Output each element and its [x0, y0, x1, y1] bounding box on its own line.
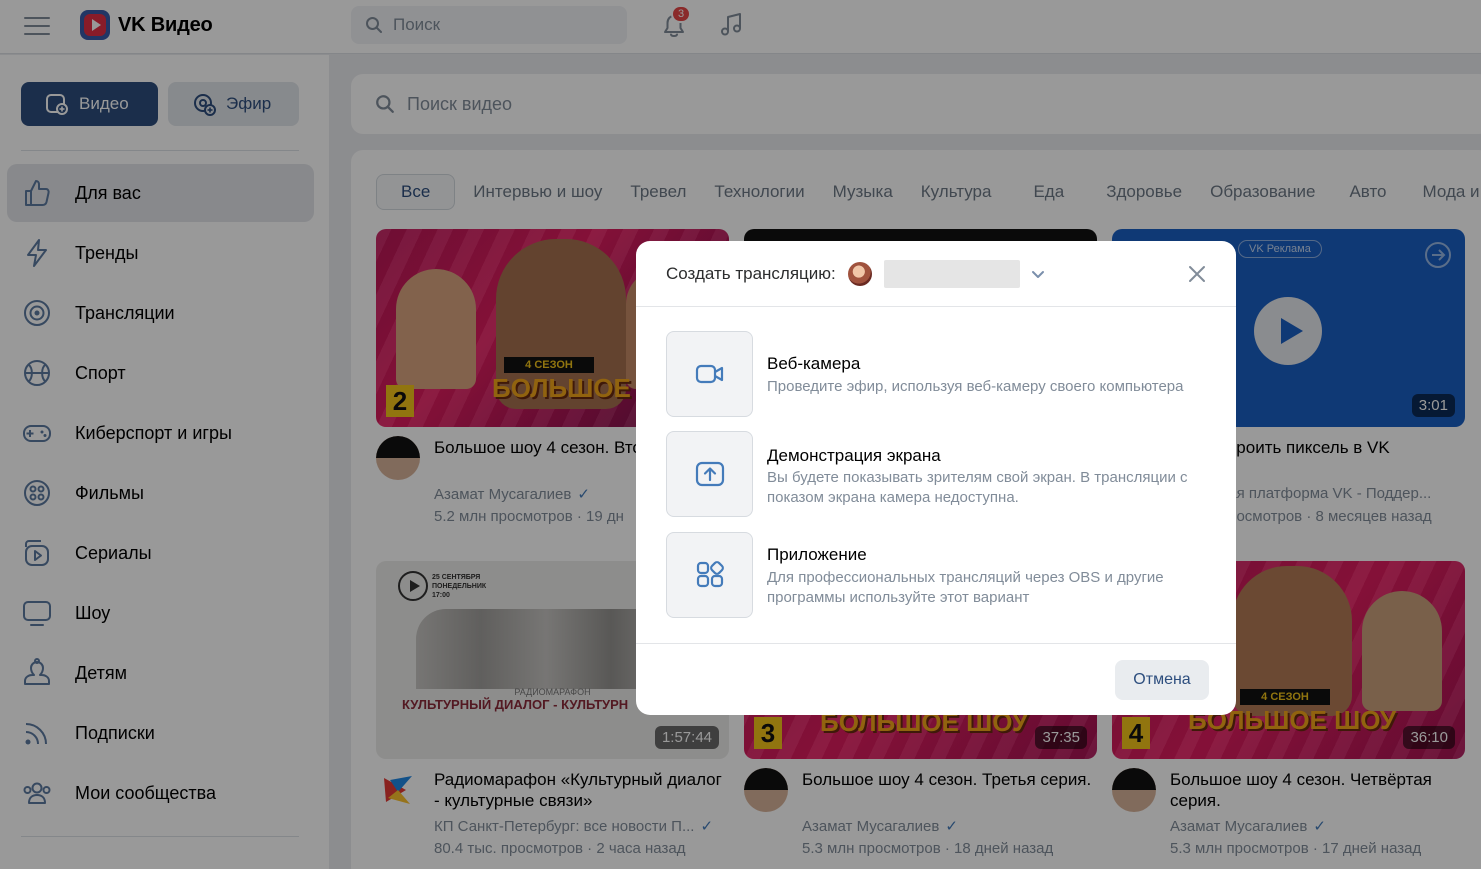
- option-webcam[interactable]: Веб-камера Проведите эфир, используя веб…: [666, 331, 1211, 417]
- option-description: Вы будете показывать зрителям свой экран…: [767, 469, 1188, 506]
- dialog-header: Создать трансляцию:: [636, 241, 1236, 307]
- cancel-button[interactable]: Отмена: [1115, 660, 1209, 700]
- close-icon[interactable]: [1186, 263, 1208, 285]
- apps-grid-icon: [696, 561, 724, 588]
- chevron-down-icon[interactable]: [1030, 266, 1046, 282]
- dialog-title: Создать трансляцию:: [666, 263, 836, 283]
- create-broadcast-dialog: Создать трансляцию: Веб-камера Проведите…: [636, 241, 1236, 715]
- option-application-tile[interactable]: [666, 532, 753, 618]
- option-screen-share[interactable]: Демонстрация экрана Вы будете показывать…: [666, 431, 1211, 517]
- option-title: Приложение: [767, 545, 867, 564]
- option-description: Проведите эфир, используя веб-камеру сво…: [767, 378, 1184, 395]
- option-webcam-tile[interactable]: [666, 331, 753, 417]
- video-camera-icon: [695, 364, 723, 384]
- dialog-footer-divider: [636, 643, 1236, 644]
- option-title: Веб-камера: [767, 354, 861, 373]
- option-screen-share-tile[interactable]: [666, 431, 753, 517]
- option-title: Демонстрация экрана: [767, 446, 941, 465]
- option-application[interactable]: Приложение Для профессиональных трансляц…: [666, 532, 1211, 618]
- screen-share-icon: [695, 461, 724, 487]
- option-description: Для профессиональных трансляций через OB…: [767, 569, 1164, 606]
- owner-name-redacted[interactable]: [883, 259, 1020, 288]
- owner-avatar[interactable]: [847, 261, 872, 286]
